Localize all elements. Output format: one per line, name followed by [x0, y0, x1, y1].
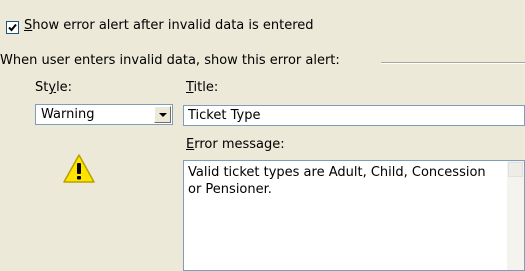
scroll-up-button[interactable] [508, 162, 523, 177]
error-message-textarea[interactable]: Valid ticket types are Adult, Child, Con… [183, 160, 525, 271]
group-label: When user enters invalid data, show this… [0, 53, 340, 68]
show-error-alert-checkbox[interactable] [6, 21, 19, 34]
style-label: Style: [35, 80, 73, 95]
style-selected-value: Warning [41, 107, 95, 122]
style-dropdown[interactable]: Warning [35, 104, 173, 125]
group-separator [381, 62, 525, 64]
warning-icon [61, 152, 97, 190]
title-input[interactable]: Ticket Type [183, 105, 525, 126]
chevron-down-icon [158, 112, 167, 117]
error-message-scrollbar[interactable] [507, 161, 524, 270]
error-message-label: Error message: [186, 137, 285, 152]
checkmark-icon [8, 23, 17, 32]
title-label: Title: [186, 80, 219, 95]
error-message-text: Valid ticket types are Adult, Child, Con… [188, 165, 486, 197]
style-dropdown-button[interactable] [154, 106, 171, 123]
show-error-alert-label[interactable]: Show error alert after invalid data is e… [24, 18, 314, 33]
